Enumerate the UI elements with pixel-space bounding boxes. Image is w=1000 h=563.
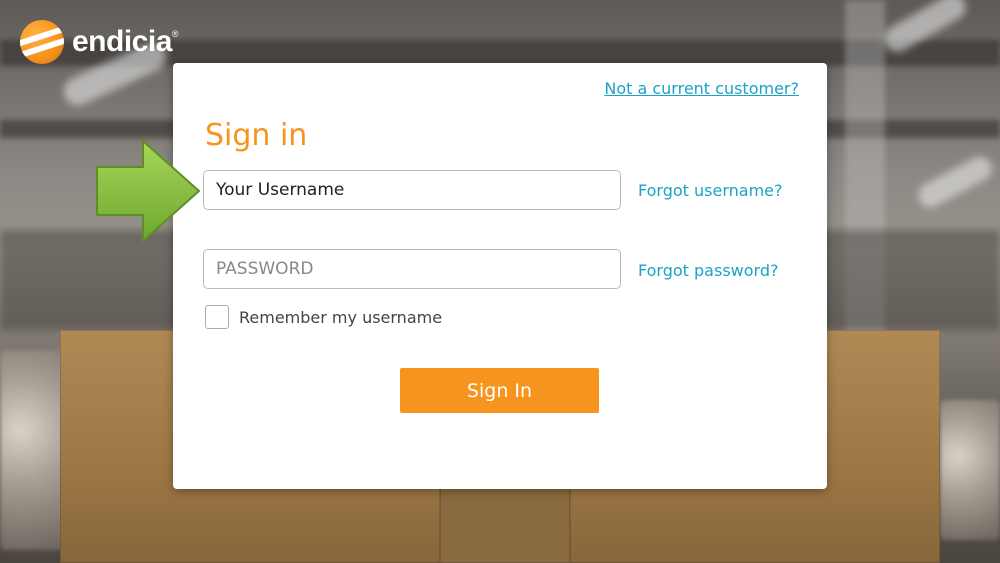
remember-username-option[interactable]: Remember my username — [205, 305, 442, 329]
green-arrow-icon — [96, 140, 200, 242]
forgot-username-link[interactable]: Forgot username? — [638, 181, 783, 200]
sign-in-button[interactable]: Sign In — [400, 368, 599, 413]
username-input[interactable] — [203, 170, 621, 210]
endicia-logo[interactable]: endicia® — [20, 20, 179, 64]
forgot-password-link[interactable]: Forgot password? — [638, 261, 778, 280]
signin-card: Not a current customer? Sign in Forgot u… — [173, 63, 827, 489]
brand-name: endicia® — [72, 25, 179, 58]
not-a-customer-link[interactable]: Not a current customer? — [604, 79, 799, 98]
remember-username-checkbox[interactable] — [205, 305, 229, 329]
remember-username-label: Remember my username — [239, 307, 443, 327]
page-title: Sign in — [205, 118, 308, 153]
password-input[interactable] — [203, 249, 621, 289]
endicia-globe-icon — [20, 20, 64, 64]
